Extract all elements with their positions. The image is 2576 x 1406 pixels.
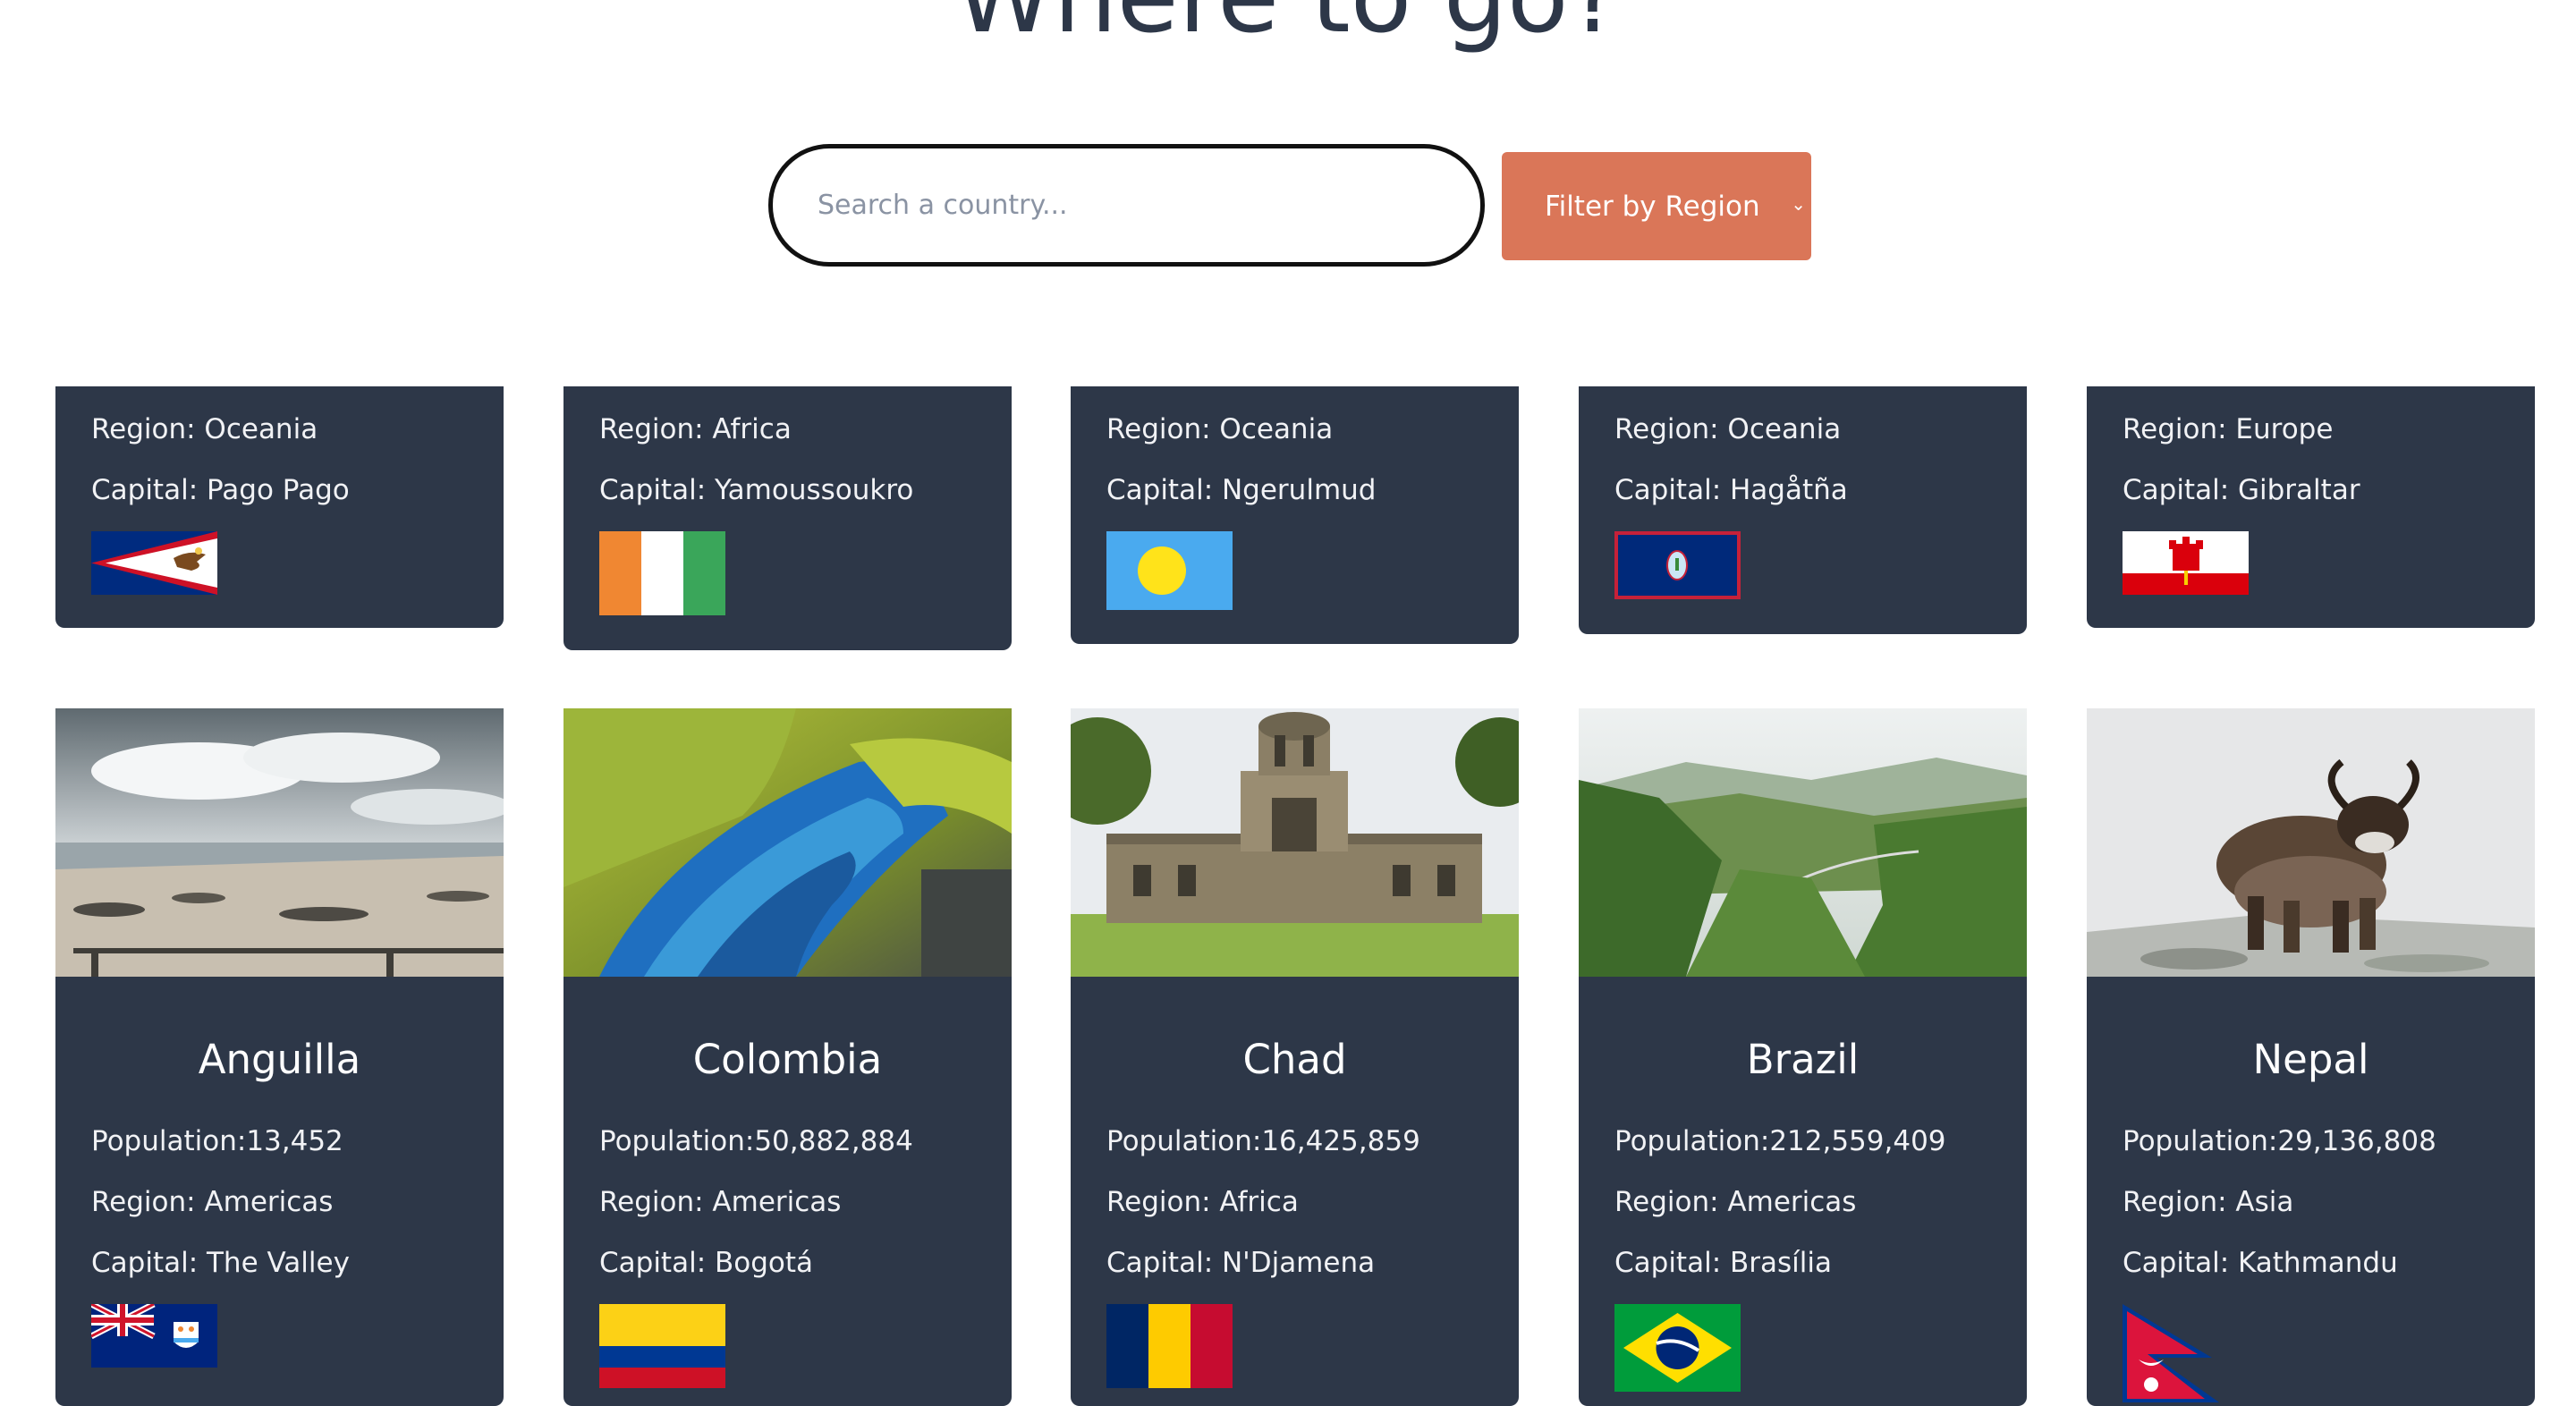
country-name: Colombia xyxy=(692,1036,883,1083)
card-capital: Capital: The Valley xyxy=(91,1247,350,1279)
country-card[interactable]: Region: Europe Capital: Gibraltar xyxy=(2087,386,2535,628)
anguilla-flag xyxy=(91,1304,217,1368)
macaw-feathers-photo xyxy=(564,708,1012,977)
american-samoa-flag xyxy=(91,531,217,595)
filter-label: Filter by Region xyxy=(1545,190,1760,223)
country-card[interactable]: Region: Oceania Capital: Hagåtña xyxy=(1579,386,2027,634)
card-region: Region: Oceania xyxy=(91,413,318,445)
ivory-coast-flag xyxy=(599,531,725,615)
country-name: Anguilla xyxy=(198,1036,361,1083)
card-population: Population:29,136,808 xyxy=(2123,1125,2436,1157)
region-filter-select[interactable]: Filter by Region ⌄ xyxy=(1502,152,1811,260)
card-population: Population:50,882,884 xyxy=(599,1125,913,1157)
card-capital: Capital: Pago Pago xyxy=(91,474,350,506)
country-card[interactable]: Anguilla Population:13,452 Region: Ameri… xyxy=(55,708,504,1406)
country-card[interactable]: Region: Africa Capital: Yamoussoukro xyxy=(564,386,1012,650)
card-population: Population:212,559,409 xyxy=(1614,1125,1946,1157)
stone-tower-building-photo xyxy=(1071,708,1519,977)
colombia-flag xyxy=(599,1304,725,1388)
card-capital: Capital: Bogotá xyxy=(599,1247,814,1279)
card-region: Region: Americas xyxy=(91,1186,334,1218)
green-mountains-valley-photo xyxy=(1579,708,2027,977)
yak-photo xyxy=(2087,708,2535,977)
card-population: Population:13,452 xyxy=(91,1125,343,1157)
card-region: Region: Americas xyxy=(1614,1186,1857,1218)
card-capital: Capital: Hagåtña xyxy=(1614,474,1848,506)
beach-photo xyxy=(55,708,504,977)
card-region: Region: Americas xyxy=(599,1186,842,1218)
card-capital: Capital: Brasília xyxy=(1614,1247,1832,1279)
search-box[interactable] xyxy=(768,144,1485,267)
nepal-flag xyxy=(2123,1304,2249,1402)
guam-flag xyxy=(1614,531,1741,599)
country-card[interactable]: Brazil Population:212,559,409 Region: Am… xyxy=(1579,708,2027,1406)
card-capital: Capital: Ngerulmud xyxy=(1106,474,1377,506)
gibraltar-flag xyxy=(2123,531,2249,595)
card-region: Region: Asia xyxy=(2123,1186,2294,1218)
page-title: Where to go? xyxy=(0,0,2576,55)
country-name: Brazil xyxy=(1746,1036,1860,1083)
country-name: Nepal xyxy=(2252,1036,2369,1083)
card-region: Region: Oceania xyxy=(1614,413,1842,445)
country-card[interactable]: Chad Population:16,425,859 Region: Afric… xyxy=(1071,708,1519,1406)
card-region: Region: Europe xyxy=(2123,413,2334,445)
card-region: Region: Oceania xyxy=(1106,413,1334,445)
chevron-down-icon: ⌄ xyxy=(1791,193,1806,215)
card-capital: Capital: Gibraltar xyxy=(2123,474,2360,506)
country-card[interactable]: Nepal Population:29,136,808 Region: Asia… xyxy=(2087,708,2535,1406)
card-region: Region: Africa xyxy=(1106,1186,1299,1218)
brazil-flag xyxy=(1614,1304,1741,1392)
card-capital: Capital: Kathmandu xyxy=(2123,1247,2398,1279)
country-card[interactable]: Colombia Population:50,882,884 Region: A… xyxy=(564,708,1012,1406)
card-region: Region: Africa xyxy=(599,413,792,445)
palau-flag xyxy=(1106,531,1233,610)
country-name: Chad xyxy=(1242,1036,1347,1083)
country-card[interactable]: Region: Oceania Capital: Ngerulmud xyxy=(1071,386,1519,644)
card-population: Population:16,425,859 xyxy=(1106,1125,1420,1157)
search-input[interactable] xyxy=(818,190,1480,221)
chad-flag xyxy=(1106,1304,1233,1388)
country-card[interactable]: Region: Oceania Capital: Pago Pago xyxy=(55,386,504,628)
card-capital: Capital: Yamoussoukro xyxy=(599,474,914,506)
card-capital: Capital: N'Djamena xyxy=(1106,1247,1376,1279)
